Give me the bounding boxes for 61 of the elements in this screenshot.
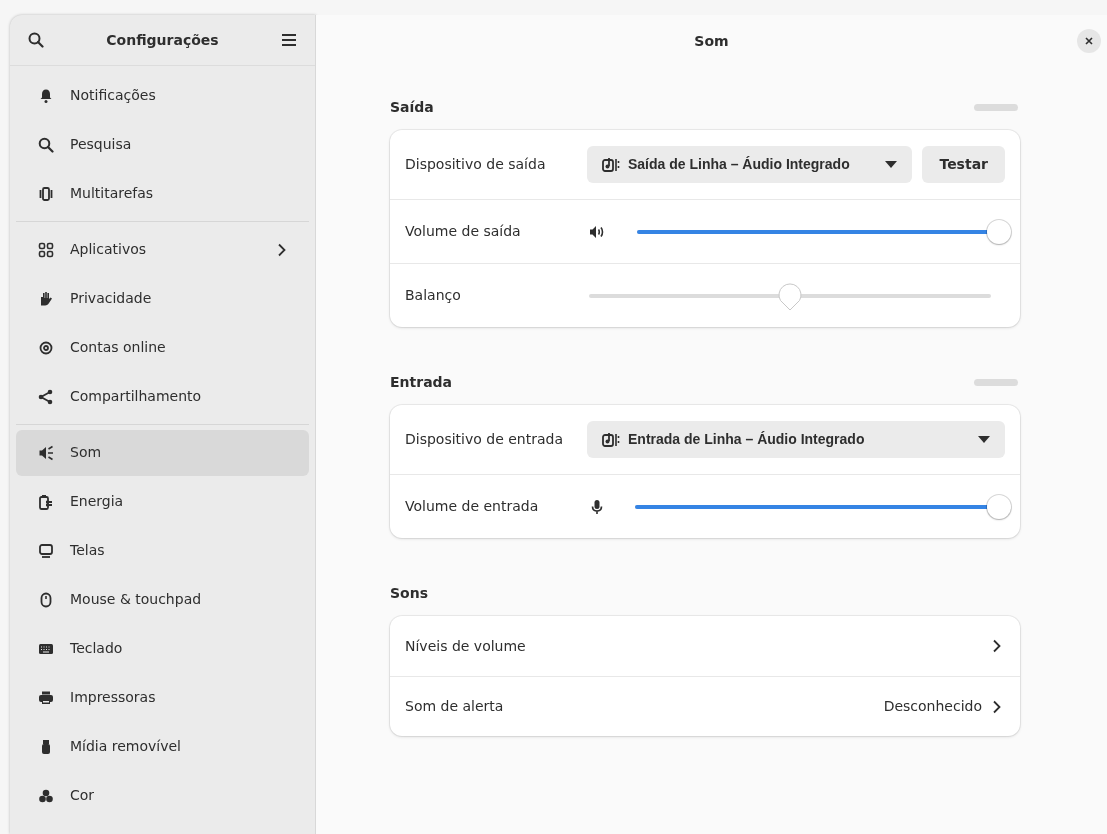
sidebar-item[interactable]: Impressoras [16, 674, 309, 721]
row-label: Dispositivo de saída [405, 155, 547, 174]
close-button[interactable] [1077, 29, 1101, 53]
row-label: Volume de entrada [405, 497, 540, 516]
sidebar-item[interactable]: Cor [16, 772, 309, 819]
row-label: Níveis de volume [405, 636, 527, 656]
sidebar-item[interactable]: Telas [16, 527, 309, 574]
multitask-icon [38, 185, 54, 202]
row-value: Desconhecido [883, 697, 982, 716]
menu-icon [281, 33, 297, 47]
page-title: Som [694, 32, 729, 49]
close-icon [1085, 37, 1093, 45]
device-dropdown[interactable]: Entrada de Linha – Áudio Integrado [587, 421, 1005, 458]
row-label: Som de alerta [405, 697, 505, 716]
bell-icon [38, 87, 54, 104]
test-button[interactable]: Testar [922, 146, 1005, 183]
row-label: Dispositivo de entrada [405, 430, 564, 449]
section-title: Entrada [390, 372, 453, 392]
sidebar-item[interactable]: Som [16, 429, 309, 476]
battery-plug-icon [38, 493, 54, 510]
sidebar-item[interactable]: Teclado [16, 625, 309, 672]
sidebar-item[interactable]: Contas online [16, 324, 309, 371]
sidebar-title: Configurações [106, 32, 219, 48]
sidebar-item[interactable]: Compartilhamento [16, 373, 309, 420]
monitor-icon [38, 542, 54, 559]
sidebar-item[interactable]: Energia [16, 478, 309, 525]
grid-icon [38, 241, 54, 258]
mouse-icon [38, 591, 54, 608]
sidebar-item[interactable]: Notificações [16, 72, 309, 119]
sidebar-item[interactable]: Pesquisa [16, 121, 309, 168]
slider-thumb[interactable] [987, 494, 1011, 519]
search-icon [28, 32, 44, 48]
sidebar-item[interactable]: Multitarefas [16, 170, 309, 217]
search-icon [38, 136, 54, 153]
dropdown-arrow-icon [978, 436, 990, 443]
row-label: Volume de saída [405, 222, 522, 241]
sidebar-item[interactable]: Privacidade [16, 275, 309, 322]
audio-device-icon [602, 431, 620, 448]
slider-thumb[interactable] [777, 280, 803, 311]
share-icon [38, 388, 54, 405]
printer-icon [38, 689, 54, 706]
section-title: Sons [390, 583, 428, 603]
audio-device-icon [602, 156, 620, 173]
search-button[interactable] [26, 30, 46, 50]
circles-icon [38, 787, 54, 804]
speaker-icon [38, 444, 54, 461]
dropdown-arrow-icon [885, 161, 898, 168]
speaker-icon [589, 224, 605, 239]
section-title: Saída [390, 97, 434, 117]
sidebar-item[interactable]: Mídia removível [16, 723, 309, 770]
sidebar-item[interactable]: Aplicativos [16, 226, 309, 273]
settings-row[interactable]: Som de alerta Desconhecido [390, 676, 1020, 736]
microphone-icon [591, 498, 603, 515]
slider-thumb[interactable] [987, 219, 1011, 244]
chevron-right-icon [992, 639, 1002, 653]
chevron-right-icon [992, 699, 1002, 714]
hand-icon [38, 290, 54, 307]
sidebar-item[interactable]: Mouse & touchpad [16, 576, 309, 623]
settings-row[interactable]: Níveis de volume [390, 616, 1020, 676]
row-label: Balanço [405, 286, 462, 305]
device-dropdown[interactable]: Saída de Linha – Áudio Integrado [587, 146, 913, 183]
